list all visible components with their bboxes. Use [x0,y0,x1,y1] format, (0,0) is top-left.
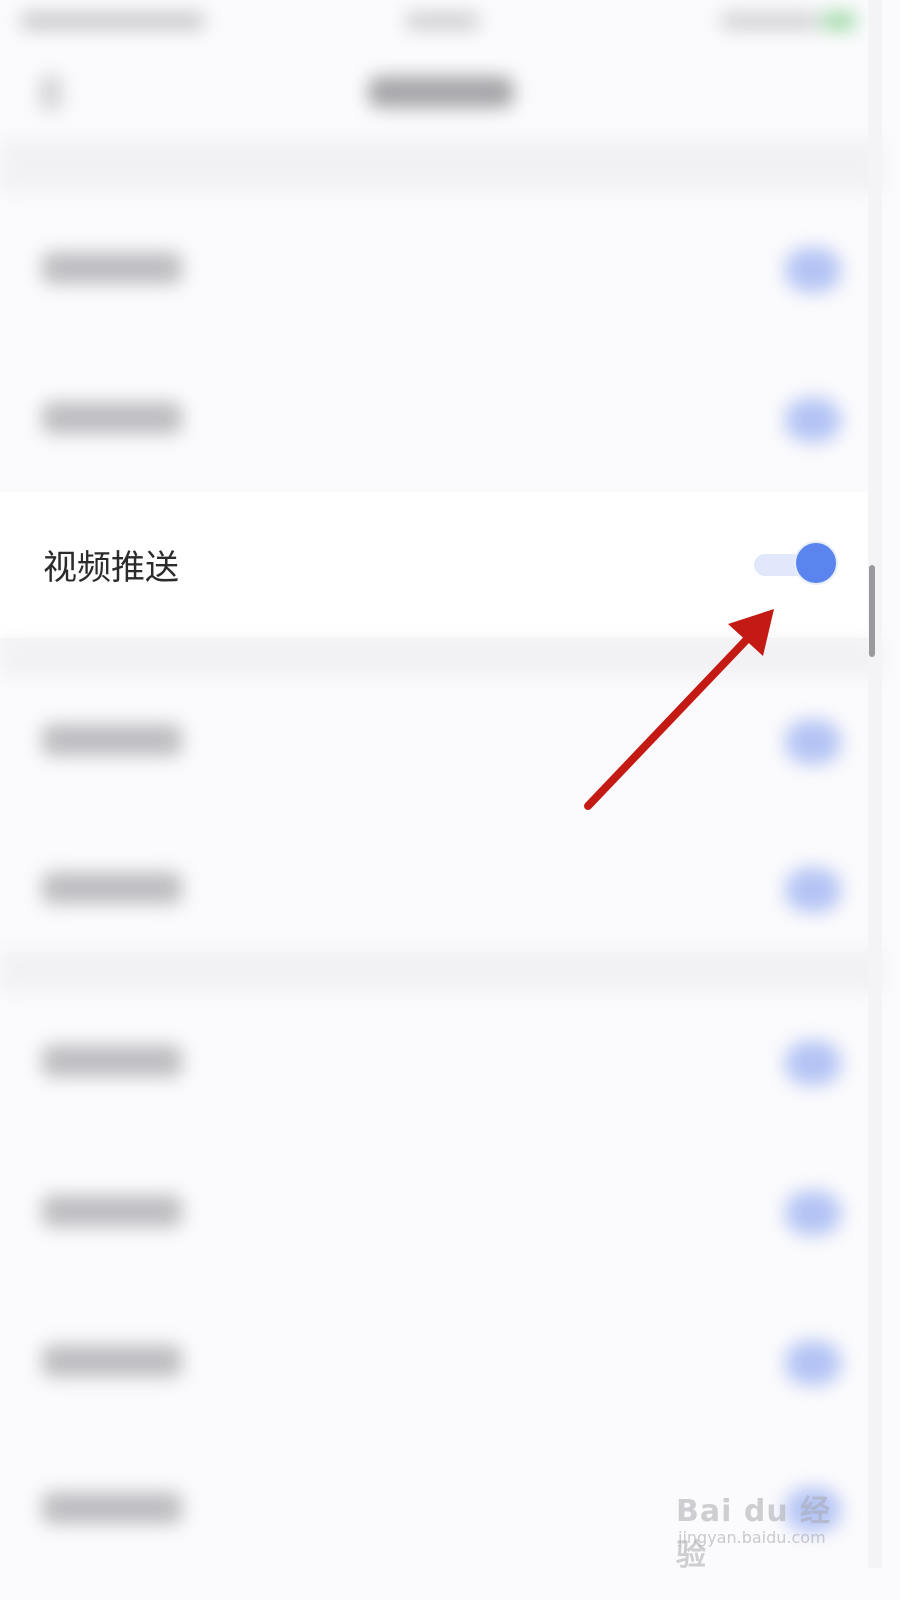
setting-toggle[interactable] [785,868,841,912]
setting-toggle[interactable] [785,248,841,292]
setting-label [42,402,182,434]
setting-row[interactable] [0,342,868,492]
setting-toggle[interactable] [785,1041,841,1085]
watermark-url: jingyan.baidu.com [678,1528,826,1547]
video-push-label: 视频推送 [43,548,179,588]
toggle-knob [794,541,838,585]
battery-icon [822,12,856,30]
setting-row[interactable] [0,664,868,814]
status-icons [720,12,820,30]
watermark: Bai du 经验 jingyan.baidu.com [676,1466,846,1573]
setting-label [42,1045,182,1077]
status-carrier [20,12,205,30]
status-bar [0,0,882,48]
scrollbar-thumb[interactable] [869,565,875,657]
setting-label [42,872,182,904]
setting-toggle[interactable] [785,720,841,764]
setting-row[interactable] [0,985,868,1135]
setting-row[interactable] [0,1135,868,1285]
video-push-toggle[interactable] [754,541,840,587]
setting-label [42,252,182,284]
setting-label [42,1492,182,1524]
setting-row[interactable] [0,192,868,342]
scroll-gutter [868,0,882,1568]
setting-label [42,1345,182,1377]
setting-row[interactable] [0,812,868,962]
setting-toggle[interactable] [785,398,841,442]
nav-bar [0,48,882,140]
setting-toggle[interactable] [785,1191,841,1235]
setting-toggle[interactable] [785,1341,841,1385]
setting-label [42,1195,182,1227]
setting-label [42,724,182,756]
page-title [368,76,514,108]
status-time [405,12,480,30]
back-icon[interactable] [40,76,62,110]
setting-row[interactable] [0,1285,868,1435]
section-divider [0,140,882,192]
